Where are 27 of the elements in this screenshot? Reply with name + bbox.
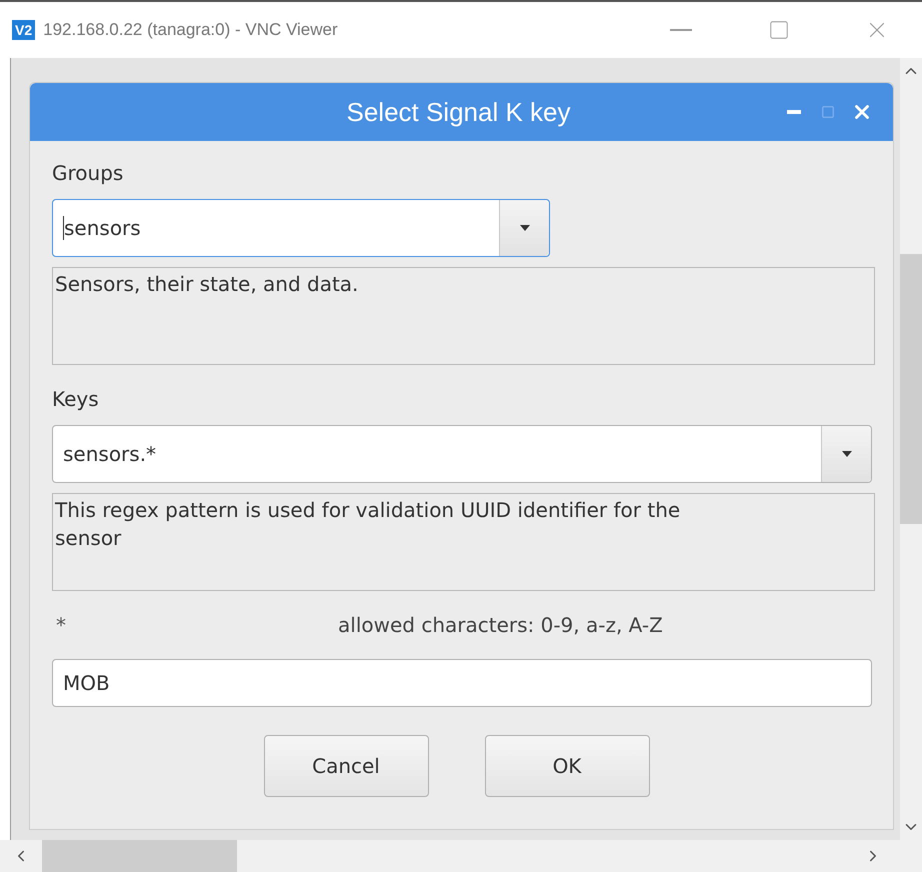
key-combobox[interactable]: sensors.* [52,425,872,483]
dropdown-button[interactable] [499,200,549,256]
dialog-title: Select Signal K key [345,96,572,128]
field-label: Groups [52,160,124,187]
field-label: * [55,613,67,637]
input-field[interactable]: MOB [52,659,872,707]
description-text: Sensors, their state, and data. [52,267,875,365]
combobox-value: sensors.* [63,442,156,466]
field-label: Keys [52,386,100,413]
maximize-icon [821,105,835,119]
window-title: 192.168.0.22 (tanagra:0) - VNC Viewer [43,20,339,40]
scrollbar-thumb[interactable] [900,254,922,524]
dropdown-button[interactable] [821,426,871,482]
maximize-icon [768,19,790,41]
caret-icon [842,451,852,457]
hint-text: allowed characters: 0-9, a-z, A-Z [338,613,663,637]
group-combobox[interactable]: sensors [52,199,550,257]
scrollbar-thumb[interactable] [42,840,237,872]
ok-button[interactable]: OK [484,735,650,797]
caret-icon [520,225,530,231]
description-text: This regex pattern is used for validation UUID identifier for the sensor [52,493,875,591]
combobox-value: sensors [64,216,141,240]
text-caret [63,216,64,240]
cancel-button[interactable]: Cancel [264,735,428,797]
minimize-icon [787,110,801,114]
app-logo: V2 [12,20,36,40]
minimize-icon [670,29,692,31]
